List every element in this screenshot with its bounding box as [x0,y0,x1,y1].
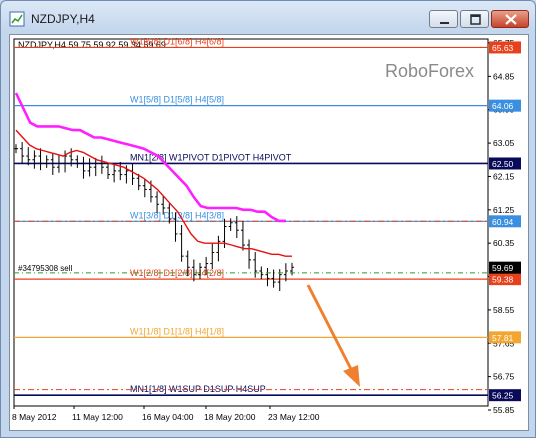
watermark: RoboForex [385,61,474,81]
level-label: W1[1/8] D1[1/8] H4[1/8] [130,326,224,336]
price-axis-label: 61.25 [493,205,515,215]
price-axis-label: 55.85 [493,405,515,415]
chart-panel[interactable]: NZDJPY,H4 59.75 59.92 59.34 59.69 RoboFo… [9,34,529,431]
time-axis-label: 11 May 12:00 [72,412,123,422]
time-axis-label: 23 May 12:00 [268,412,320,422]
close-button[interactable] [491,10,529,28]
window-titlebar[interactable]: NZDJPY,H4 [1,1,535,33]
time-axis: 8 May 2012 11 May 12:00 16 May 04:00 18 May… [12,406,320,422]
price-axis-label: 64.85 [493,71,515,81]
level-price-tag-text: 65.63 [492,43,514,53]
maximize-icon [470,14,481,25]
level-price-tag-text: 57.81 [492,333,514,343]
chart-app-icon [9,11,25,27]
price-axis-label: 58.55 [493,305,515,315]
time-axis-label: 8 May 2012 [12,412,57,422]
level-price-tag-text: 60.94 [492,217,514,227]
level-price-tag-text: 64.06 [492,101,514,111]
plot-frame [13,38,489,407]
maximize-button[interactable] [460,10,489,28]
price-axis-label: 60.35 [493,238,515,248]
window-title: NZDJPY,H4 [31,12,95,26]
order-label: #34795308 sell [18,264,72,273]
close-icon [505,14,517,25]
minimize-icon [440,22,449,24]
terminal-chart-window: NZDJPY,H4 NZDJPY,H4 59.75 59.92 59.34 59… [0,0,536,438]
price-axis-label: 56.75 [493,372,515,382]
level-price-tag-text: 59.38 [492,275,514,285]
level-price-tag-text: 56.25 [492,391,514,401]
level-label: W1[6/8] D1[6/8] H4[6/8] [130,36,224,46]
level-label: W1[5/8] D1[5/8] H4[5/8] [130,95,224,105]
time-axis-label: 16 May 04:00 [142,412,194,422]
price-axis-label: 63.05 [493,138,515,148]
level-price-tag-text: 62.50 [492,159,514,169]
minimize-button[interactable] [429,10,458,28]
price-axis-label: 62.15 [493,171,515,181]
current-price-tag-text: 59.69 [492,263,514,273]
price-chart[interactable]: NZDJPY,H4 59.75 59.92 59.34 59.69 RoboFo… [10,35,528,430]
time-axis-label: 18 May 20:00 [204,412,256,422]
